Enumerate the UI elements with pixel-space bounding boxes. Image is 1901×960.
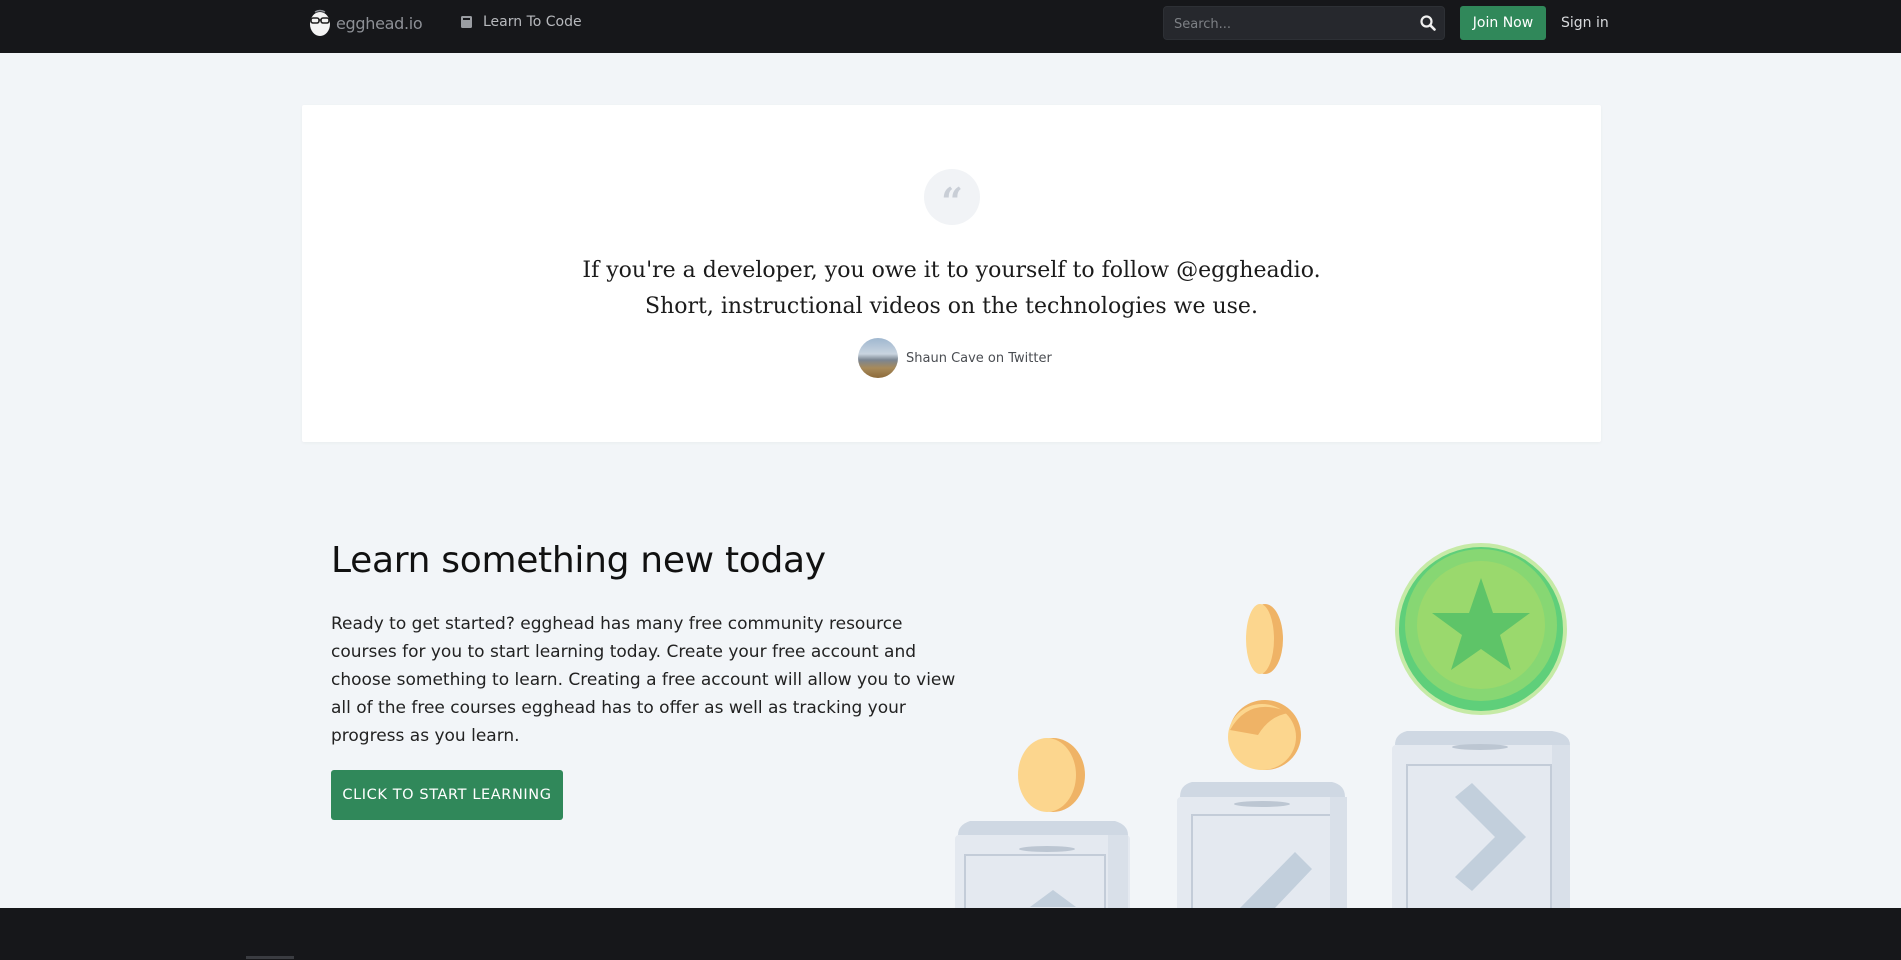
illustration-box-right xyxy=(1392,731,1570,908)
search-input[interactable] xyxy=(1172,7,1416,41)
coin-middle xyxy=(1228,700,1301,770)
egghead-logo-icon xyxy=(310,9,330,36)
testimonial-card: “ If you're a developer, you owe it to y… xyxy=(302,105,1601,442)
star-medal-icon xyxy=(1395,543,1567,715)
learn-to-code-link[interactable]: Learn To Code xyxy=(460,14,582,30)
quote-line-2: Short, instructional videos on the techn… xyxy=(645,294,1258,319)
learn-to-code-label: Learn To Code xyxy=(483,14,582,30)
footer xyxy=(0,908,1901,960)
egghead-logo-link[interactable]: egghead.io xyxy=(308,9,423,37)
coin-top xyxy=(1246,604,1283,674)
illustration-box-middle xyxy=(1177,782,1347,908)
top-navbar: egghead.io Learn To Code Join Now Sign i… xyxy=(0,0,1901,53)
logo-text: egghead.io xyxy=(336,13,423,33)
search-box[interactable] xyxy=(1163,6,1445,41)
join-now-button[interactable]: Join Now xyxy=(1460,6,1546,40)
coins-and-boxes-illustration xyxy=(955,543,1570,908)
quote-author[interactable]: Shaun Cave on Twitter xyxy=(858,338,1052,378)
start-learning-button[interactable]: CLICK TO START LEARNING xyxy=(331,770,563,820)
quote-line-1: If you're a developer, you owe it to you… xyxy=(582,258,1321,283)
book-icon xyxy=(461,16,472,28)
author-name: Shaun Cave on Twitter xyxy=(906,350,1052,366)
search-icon[interactable] xyxy=(1420,15,1436,31)
footer-divider xyxy=(246,956,294,959)
learn-section-title: Learn something new today xyxy=(331,540,826,581)
coin-left xyxy=(1018,738,1085,812)
learn-section-description: Ready to get started? egghead has many f… xyxy=(331,614,956,746)
sign-in-link[interactable]: Sign in xyxy=(1561,15,1609,31)
illustration-box-left xyxy=(955,821,1130,908)
quote-icon: “ xyxy=(924,169,980,225)
author-avatar xyxy=(858,338,898,378)
